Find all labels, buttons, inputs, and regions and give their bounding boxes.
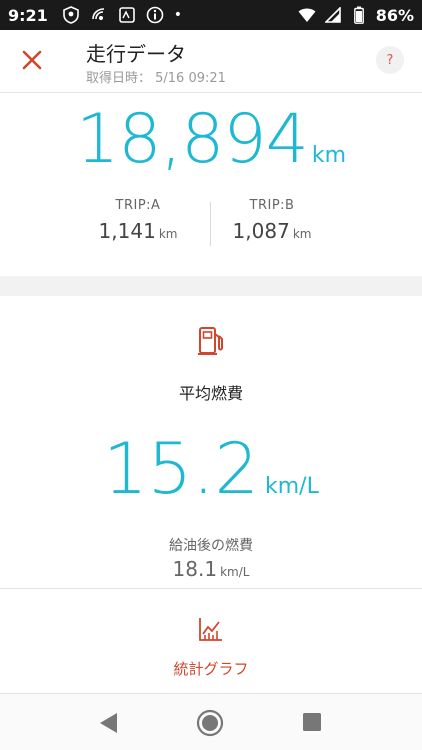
trip-b: TRIP:B 1,087 km <box>202 198 342 243</box>
status-bar: 9:21 • 86% <box>0 0 422 30</box>
average-fuel-economy-unit: km/L <box>265 474 319 499</box>
section-divider <box>0 588 422 589</box>
after-refuel-unit: km/L <box>220 565 250 579</box>
home-icon[interactable] <box>196 709 224 737</box>
trip-b-unit: km <box>292 227 312 241</box>
help-button[interactable]: ? <box>376 46 404 74</box>
after-refuel-label: 給油後の燃費 <box>169 538 253 554</box>
trip-a-label: TRIP:A <box>115 198 161 213</box>
notification-icons: • <box>62 6 182 24</box>
app-notification-icon <box>118 6 136 24</box>
acquired-datetime: 取得日時： 5/16 09:21 <box>86 71 226 86</box>
back-icon[interactable] <box>96 710 122 736</box>
odometer: 18,894 km <box>0 100 422 179</box>
statistics-graph-label: 統計グラフ <box>173 660 249 678</box>
trip-b-label: TRIP:B <box>249 198 295 213</box>
page-title: 走行データ <box>86 42 186 66</box>
system-navigation-bar <box>0 694 422 750</box>
recent-apps-icon[interactable] <box>302 712 322 732</box>
section-separator <box>0 276 422 296</box>
system-indicators: 86% <box>298 6 414 25</box>
statistics-graph-button[interactable]: 統計グラフ <box>131 600 291 686</box>
signal-icon <box>324 6 342 24</box>
after-refuel-economy: 18.1 km/L <box>0 557 422 581</box>
average-fuel-economy: 15.2 km/L <box>0 428 422 510</box>
close-button[interactable] <box>16 44 48 76</box>
trip-a-unit: km <box>158 227 178 241</box>
trip-meters: TRIP:A 1,141 km TRIP:B 1,087 km <box>0 198 422 254</box>
average-fuel-economy-label: 平均燃費 <box>178 384 243 403</box>
wifi-calling-icon <box>90 6 108 24</box>
status-time: 9:21 <box>8 5 48 25</box>
battery-icon <box>350 6 368 24</box>
trip-a-value: 1,141 <box>98 219 156 243</box>
chart-icon <box>199 618 222 641</box>
trip-b-value: 1,087 <box>232 219 290 243</box>
shield-icon <box>62 6 80 24</box>
trip-a: TRIP:A 1,141 km <box>68 198 208 243</box>
close-icon <box>22 50 42 70</box>
odometer-value: 18,894 <box>75 100 309 179</box>
battery-percentage: 86% <box>375 5 414 25</box>
more-notifications-dot: • <box>173 7 183 23</box>
after-refuel-value: 18.1 <box>172 557 218 581</box>
app-header: 走行データ 取得日時： 5/16 09:21 ? <box>0 30 422 93</box>
odometer-unit: km <box>311 143 347 168</box>
fuel-pump-icon <box>196 324 226 358</box>
info-icon <box>146 6 164 24</box>
average-fuel-economy-value: 15.2 <box>103 428 259 510</box>
wifi-icon <box>298 6 316 24</box>
